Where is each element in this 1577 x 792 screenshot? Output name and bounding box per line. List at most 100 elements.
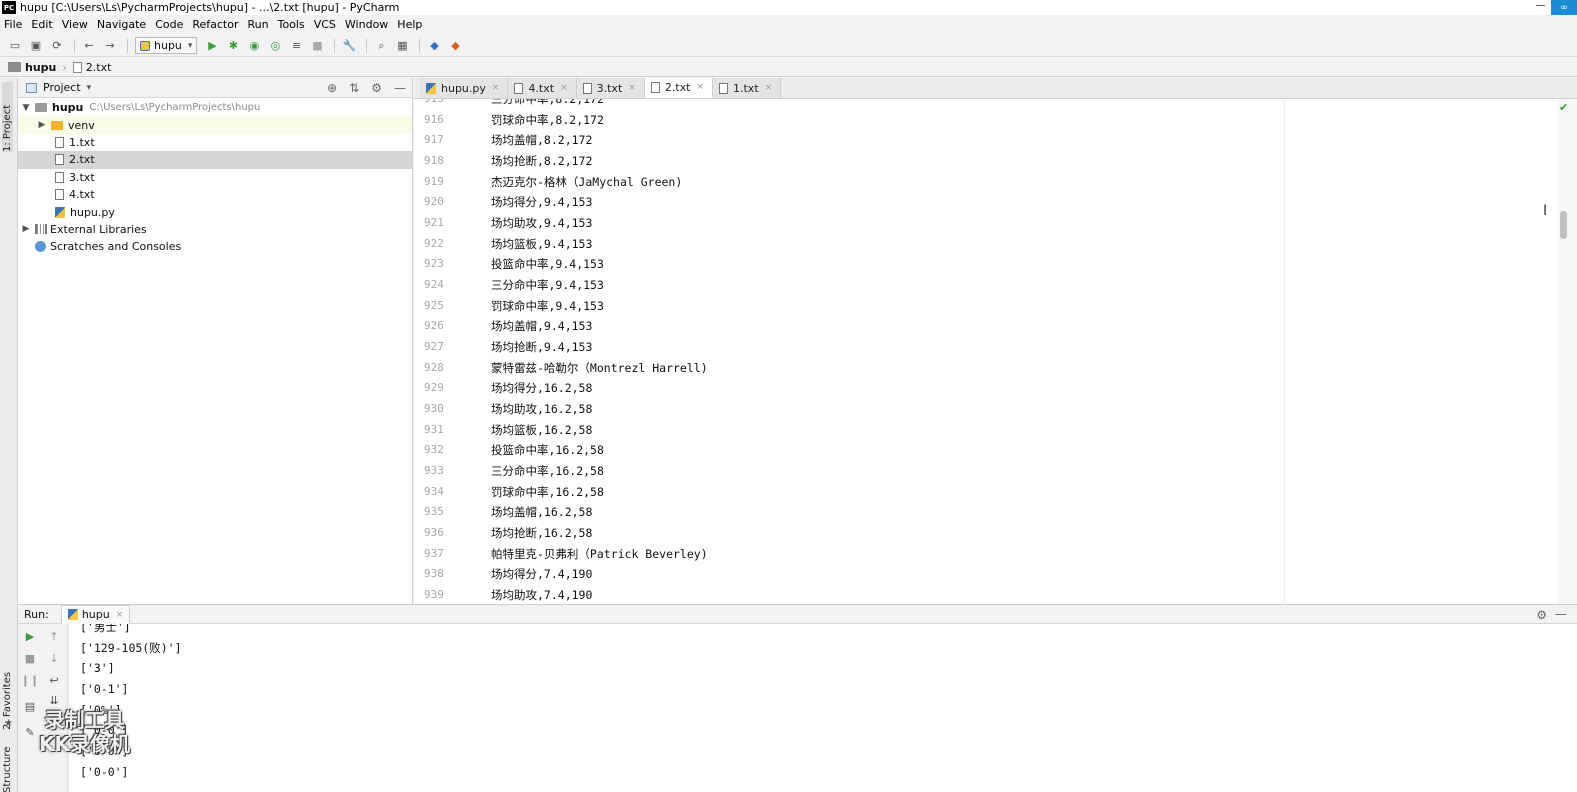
- soft-wrap-icon[interactable]: ↩: [46, 672, 62, 688]
- code-line[interactable]: 三分命中率,16.2,58: [482, 461, 708, 482]
- menu-edit[interactable]: Edit: [31, 18, 52, 31]
- locate-file-icon[interactable]: ⊕: [327, 81, 337, 95]
- scroll-down-icon[interactable]: ↓: [46, 650, 62, 666]
- close-icon[interactable]: ×: [628, 83, 636, 93]
- plugin-orange-icon[interactable]: ◆: [446, 38, 464, 54]
- run-concurrency-icon[interactable]: ≡: [287, 38, 305, 54]
- code-line[interactable]: 罚球命中率,8.2,172: [482, 110, 708, 131]
- menu-refactor[interactable]: Refactor: [192, 18, 238, 31]
- tool-tab-structure[interactable]: Structure: [2, 738, 13, 792]
- tab-3-txt[interactable]: 3.txt ×: [576, 78, 645, 98]
- gear-icon[interactable]: ⚙: [1536, 608, 1547, 622]
- code-line[interactable]: 场均盖帽,16.2,58: [482, 502, 708, 523]
- code-line[interactable]: 场均篮板,16.2,58: [482, 420, 708, 441]
- forward-arrow-icon[interactable]: →: [101, 38, 119, 54]
- run-tab-hupu[interactable]: hupu ×: [60, 604, 131, 624]
- tree-item-scratches[interactable]: Scratches and Consoles: [18, 238, 412, 255]
- tool-tab-project[interactable]: 1: Project: [2, 82, 13, 152]
- code-line[interactable]: 场均抢断,16.2,58: [482, 523, 708, 544]
- tab-1-txt[interactable]: 1.txt ×: [713, 78, 782, 98]
- menu-vcs[interactable]: VCS: [314, 18, 336, 31]
- code-line[interactable]: 场均助攻,9.4,153: [482, 213, 708, 234]
- coverage-icon[interactable]: ◉: [245, 38, 263, 54]
- close-icon[interactable]: ×: [560, 83, 568, 93]
- recorder-badge-icon[interactable]: ∞: [1551, 0, 1577, 15]
- code-line[interactable]: 场均助攻,7.4,190: [482, 585, 708, 604]
- menu-window[interactable]: Window: [345, 18, 388, 31]
- close-icon[interactable]: ×: [492, 83, 500, 93]
- rerun-icon[interactable]: ▶: [22, 628, 38, 644]
- scroll-up-icon[interactable]: ↑: [46, 628, 62, 644]
- scroll-to-end-icon[interactable]: ⇊: [46, 692, 62, 708]
- code-line[interactable]: 三分命中率,8.2,172: [482, 99, 708, 110]
- menu-view[interactable]: View: [62, 18, 88, 31]
- tree-item-hupu-py[interactable]: hupu.py: [18, 203, 412, 220]
- tree-item-2-txt[interactable]: 2.txt: [18, 151, 412, 169]
- run-console-output[interactable]: ['男士'] ['129-105(败)'] ['3'] ['0-1'] ['0%…: [69, 624, 1577, 792]
- tree-item-hupu[interactable]: ▼ hupu C:\Users\Ls\PycharmProjects\hupu: [18, 99, 412, 117]
- code-line[interactable]: 罚球命中率,9.4,153: [482, 296, 708, 317]
- code-line[interactable]: 蒙特雷兹-哈勒尔（Montrezl Harrell): [482, 358, 708, 379]
- menu-tools[interactable]: Tools: [278, 18, 305, 31]
- run-icon[interactable]: ▶: [203, 38, 221, 54]
- breadcrumb-project[interactable]: hupu: [25, 61, 56, 74]
- profile-icon[interactable]: ◎: [266, 38, 284, 54]
- code-line[interactable]: 杰迈克尔-格林（JaMychal Green): [482, 172, 708, 193]
- tree-item-4-txt[interactable]: 4.txt: [18, 186, 412, 203]
- tree-item-3-txt[interactable]: 3.txt: [18, 169, 412, 186]
- editor-scrollbar[interactable]: ✔: [1558, 99, 1577, 604]
- menu-run[interactable]: Run: [248, 18, 269, 31]
- code-line[interactable]: 场均得分,16.2,58: [482, 378, 708, 399]
- code-line[interactable]: 场均助攻,16.2,58: [482, 399, 708, 420]
- stop-icon[interactable]: ■: [22, 650, 38, 666]
- menu-code[interactable]: Code: [155, 18, 183, 31]
- close-icon[interactable]: ×: [116, 610, 124, 620]
- sync-icon[interactable]: ⟳: [48, 38, 66, 54]
- hide-panel-icon[interactable]: —: [1555, 607, 1567, 621]
- plugin-blue-icon[interactable]: ◆: [425, 38, 443, 54]
- tree-item-external-libraries[interactable]: ▶ External Libraries: [18, 221, 412, 238]
- breadcrumb-file[interactable]: 2.txt: [86, 61, 112, 74]
- code-line[interactable]: 三分命中率,9.4,153: [482, 275, 708, 296]
- save-all-icon[interactable]: ▣: [27, 38, 45, 54]
- back-arrow-icon[interactable]: ←: [80, 38, 98, 54]
- wrench-settings-icon[interactable]: 🔧: [340, 38, 358, 54]
- tree-item-1-txt[interactable]: 1.txt: [18, 134, 412, 151]
- collapse-all-icon[interactable]: ⇅: [349, 81, 359, 95]
- gear-icon[interactable]: ⚙: [371, 81, 382, 95]
- tab-hupu-py[interactable]: hupu.py ×: [420, 78, 509, 98]
- code-line[interactable]: 投篮命中率,16.2,58: [482, 440, 708, 461]
- code-line[interactable]: 场均抢断,9.4,153: [482, 337, 708, 358]
- chevron-down-icon[interactable]: ▼: [20, 103, 32, 113]
- run-configuration-select[interactable]: hupu ▾: [135, 37, 198, 54]
- debug-icon[interactable]: ✱: [224, 38, 242, 54]
- menu-help[interactable]: Help: [397, 18, 422, 31]
- code-editor[interactable]: 三分命中率,8.2,172 罚球命中率,8.2,172 场均盖帽,8.2,172…: [482, 99, 1558, 604]
- scrollbar-thumb[interactable]: [1560, 211, 1567, 239]
- open-folder-icon[interactable]: ▭: [6, 38, 24, 54]
- stop-icon[interactable]: ■: [308, 38, 326, 54]
- tab-2-txt[interactable]: 2.txt ×: [644, 78, 713, 98]
- tree-item-venv[interactable]: ▶ venv: [18, 116, 412, 134]
- code-line[interactable]: 场均抢断,8.2,172: [482, 151, 708, 172]
- pause-icon[interactable]: ❙❙: [21, 672, 39, 688]
- chevron-right-icon[interactable]: ▶: [36, 120, 48, 130]
- menu-file[interactable]: File: [4, 18, 22, 31]
- code-line[interactable]: 场均盖帽,8.2,172: [482, 130, 708, 151]
- search-icon[interactable]: ⌕: [372, 38, 390, 54]
- tab-4-txt[interactable]: 4.txt ×: [508, 78, 577, 98]
- close-icon[interactable]: ×: [765, 83, 773, 93]
- code-line[interactable]: 场均得分,9.4,153: [482, 192, 708, 213]
- chevron-down-icon[interactable]: ▾: [87, 83, 92, 93]
- code-line[interactable]: 投篮命中率,9.4,153: [482, 254, 708, 275]
- menu-navigate[interactable]: Navigate: [97, 18, 146, 31]
- close-icon[interactable]: ×: [696, 82, 704, 92]
- minimize-button[interactable]: —: [1536, 0, 1546, 11]
- code-line[interactable]: 场均篮板,9.4,153: [482, 234, 708, 255]
- hide-panel-icon[interactable]: —: [394, 81, 406, 95]
- project-view-select[interactable]: Project: [43, 81, 81, 94]
- structure-icon[interactable]: ▦: [393, 38, 411, 54]
- code-line[interactable]: 罚球命中率,16.2,58: [482, 482, 708, 503]
- code-line[interactable]: 帕特里克-贝弗利（Patrick Beverley): [482, 544, 708, 565]
- chevron-right-icon[interactable]: ▶: [20, 224, 32, 234]
